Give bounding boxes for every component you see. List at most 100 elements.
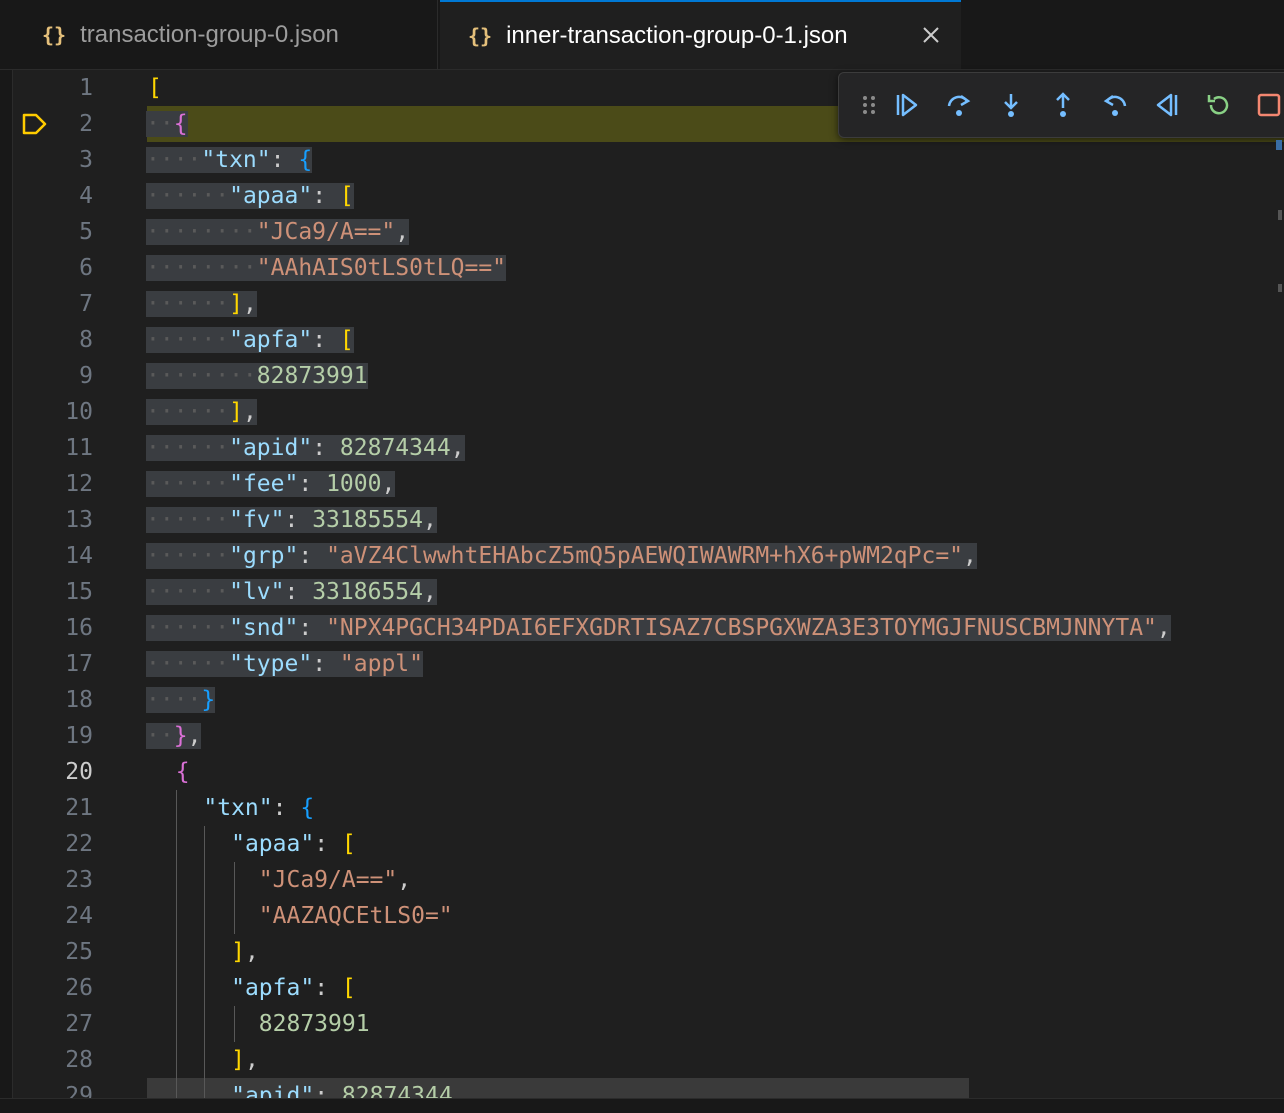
tab-label: transaction-group-0.json [80,21,339,48]
code-text: ······], [146,399,257,425]
code-text: ··}, [146,723,202,749]
line-number: 17 [65,651,93,677]
code-line[interactable]: 13 ······"fv": 33185554, [13,502,1284,538]
close-icon[interactable] [919,23,943,47]
line-number: 23 [65,867,93,893]
step-into-icon[interactable] [997,91,1025,119]
scrollbar-marker [1276,140,1282,150]
code-text: ········"AAhAIS0tLS0tLQ==" [146,255,507,281]
line-number: 15 [65,579,93,605]
tab-bar: {} transaction-group-0.json {} inner-tra… [0,0,1284,70]
code-line[interactable]: 9 ········82873991 [13,358,1284,394]
line-number: 18 [65,687,93,713]
code-line[interactable]: 8 ······"apfa": [ [13,322,1284,358]
line-number: 11 [65,435,93,461]
drag-handle-icon[interactable] [855,91,883,119]
line-number: 14 [65,543,93,569]
code-line[interactable]: 17 ······"type": "appl" [13,646,1284,682]
line-number: 1 [79,75,93,101]
code-line[interactable]: 3 ····"txn": { [13,142,1284,178]
code-line[interactable]: 16 ······"snd": "NPX4PGCH34PDAI6EFXGDRTIS… [13,610,1284,646]
reverse-continue-icon[interactable] [1153,91,1181,119]
continue-icon[interactable] [893,91,921,119]
code-text: [ [148,75,162,101]
code-line[interactable]: 6 ········"AAhAIS0tLS0tLQ==" [13,250,1284,286]
code-line[interactable]: 5 ········"JCa9/A==", [13,214,1284,250]
code-text: ······"fee": 1000, [146,471,396,497]
line-number: 8 [79,327,93,353]
code-editor[interactable]: 1 [2 ··{ 3 ····"txn": { 4 ······"apaa": [ 5 ····… [13,70,1284,1098]
code-text: "txn": { [203,795,315,821]
code-text: ······], [146,291,257,317]
line-number: 22 [65,831,93,857]
code-text: "apid": 82874344 [231,1083,453,1098]
bottom-scrollbar[interactable] [0,1098,1284,1113]
restart-icon[interactable] [1205,91,1233,119]
code-line[interactable]: 14 ······"grp": "aVZ4ClwwhtEHAbcZ5mQ5pAEW… [13,538,1284,574]
line-number: 24 [65,903,93,929]
json-file-icon: {} [468,24,493,48]
code-text: ········"JCa9/A==", [146,219,410,245]
debug-toolbar [838,72,1284,138]
code-text: "JCa9/A==", [258,867,412,893]
stop-icon[interactable] [1255,91,1283,119]
line-number: 12 [65,471,93,497]
code-text: ······"snd": "NPX4PGCH34PDAI6EFXGDRTISAZ… [146,615,1171,641]
code-text: 82873991 [258,1011,370,1037]
line-number: 27 [65,1011,93,1037]
code-text: "apaa": [ [231,831,356,857]
activity-edge [0,70,13,1100]
code-text: "AAZAQCEtLS0=" [258,903,453,929]
line-number: 7 [79,291,93,317]
code-line[interactable]: 21 "txn": { [13,790,1284,826]
tab-inner-transaction-group-0-1[interactable]: {} inner-transaction-group-0-1.json [440,0,961,70]
code-text: { [175,759,190,785]
step-back-icon[interactable] [1101,91,1129,119]
code-text: "apfa": [ [231,975,356,1001]
code-line[interactable]: 15 ······"lv": 33186554, [13,574,1284,610]
scrollbar-marker [1278,284,1282,292]
line-number: 13 [65,507,93,533]
code-text: ········82873991 [146,363,368,389]
line-number: 10 [65,399,93,425]
tab-transaction-group-0[interactable]: {} transaction-group-0.json [14,0,438,70]
line-number: 5 [79,219,93,245]
code-line[interactable]: 18 ····} [13,682,1284,718]
code-text: ······"apaa": [ [146,183,354,209]
line-number: 25 [65,939,93,965]
code-line[interactable]: 19 ··}, [13,718,1284,754]
line-number: 21 [65,795,93,821]
line-number: 9 [79,363,93,389]
line-number: 3 [79,147,93,173]
scrollbar-marker [1278,210,1282,220]
step-over-icon[interactable] [945,91,973,119]
code-line[interactable]: 7 ······], [13,286,1284,322]
line-number: 16 [65,615,93,641]
line-number: 19 [65,723,93,749]
indent-guide [204,826,205,1098]
line-number: 28 [65,1047,93,1073]
code-text: ····} [146,687,216,713]
json-file-icon: {} [42,23,67,47]
indent-guide [234,1006,235,1042]
code-line[interactable]: 4 ······"apaa": [ [13,178,1284,214]
line-number: 29 [65,1083,93,1098]
code-text: ··{ [146,111,188,137]
code-line[interactable]: 12 ······"fee": 1000, [13,466,1284,502]
code-line[interactable]: 20 { [13,754,1284,790]
step-out-icon[interactable] [1049,91,1077,119]
line-number: 2 [79,111,93,137]
code-text: ······"type": "appl" [146,651,423,677]
code-text: ······"apfa": [ [146,327,354,353]
indent-guide [234,862,235,934]
line-number: 26 [65,975,93,1001]
tab-label: inner-transaction-group-0-1.json [506,22,848,49]
code-line[interactable]: 10 ······], [13,394,1284,430]
line-number: 4 [79,183,93,209]
code-text: ······"grp": "aVZ4ClwwhtEHAbcZ5mQ5pAEWQI… [146,543,977,569]
indent-guide [176,790,177,1098]
code-text: ····"txn": { [146,147,313,173]
code-text: ······"apid": 82874344, [146,435,465,461]
code-line[interactable]: 11 ······"apid": 82874344, [13,430,1284,466]
code-text: ······"lv": 33186554, [146,579,437,605]
